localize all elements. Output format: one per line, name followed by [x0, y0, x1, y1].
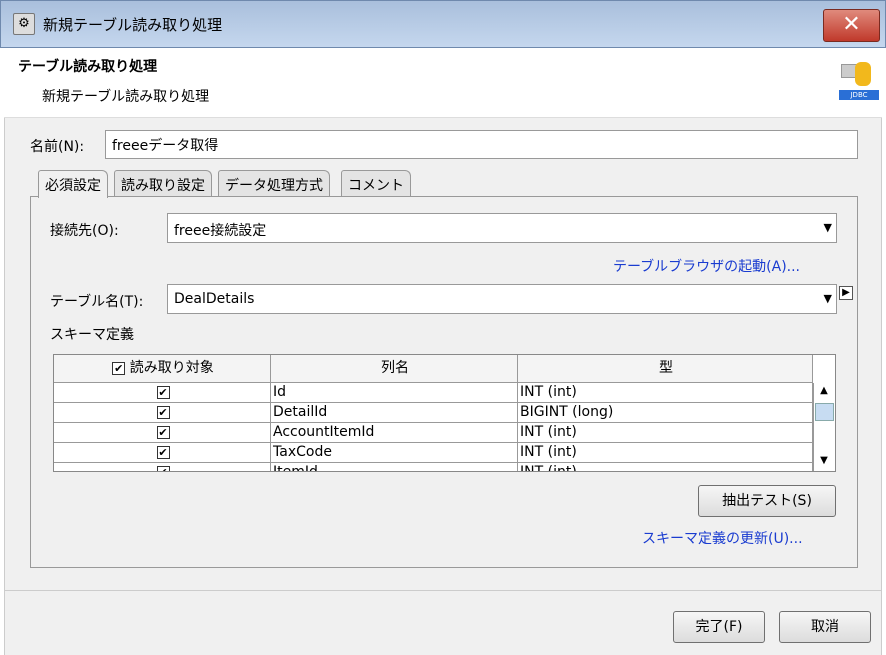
select-all-checkbox[interactable]: ✔	[112, 361, 126, 375]
app-icon: ⚙	[13, 13, 35, 35]
read-target-checkbox[interactable]: ✔	[156, 425, 170, 439]
column-header-type[interactable]: 型	[518, 355, 813, 383]
read-target-checkbox[interactable]: ✔	[156, 385, 170, 399]
chevron-down-icon: ▼	[823, 221, 832, 234]
table-name-label: テーブル名(T):	[50, 294, 144, 310]
column-name-cell: AccountItemId	[271, 423, 518, 443]
expand-arrow-button[interactable]: ▶	[839, 286, 853, 300]
table-row-checkbox-cell[interactable]: ✔	[54, 443, 271, 463]
table-scrollbar[interactable]: ▲ ▼	[813, 383, 835, 471]
column-name-cell: ItemId	[271, 463, 518, 471]
scroll-down-icon[interactable]: ▼	[814, 455, 834, 466]
chevron-down-icon: ▼	[823, 292, 832, 305]
schema-table: ✔ 読み取り対象 列名 型 ✔ Id INT (int) ✔ DetailId B…	[53, 354, 836, 472]
table-row-checkbox-cell[interactable]: ✔	[54, 463, 271, 471]
scroll-up-icon[interactable]: ▲	[814, 385, 834, 396]
read-target-checkbox[interactable]: ✔	[156, 405, 170, 419]
column-type-cell: INT (int)	[518, 443, 813, 463]
read-target-checkbox[interactable]: ✔	[156, 465, 170, 471]
table-row-checkbox-cell[interactable]: ✔	[54, 383, 271, 403]
table-row-checkbox-cell[interactable]: ✔	[54, 403, 271, 423]
close-button[interactable]: ✕	[823, 9, 880, 42]
scroll-thumb[interactable]	[815, 403, 834, 421]
tab-required[interactable]: 必須設定	[38, 170, 108, 198]
connection-select[interactable]: freee接続設定 ▼	[167, 213, 837, 243]
dialog-header: テーブル読み取り処理 新規テーブル読み取り処理 JDBC	[4, 48, 882, 118]
tab-read-settings[interactable]: 読み取り設定	[114, 170, 212, 197]
column-header-read-target[interactable]: ✔ 読み取り対象	[54, 355, 271, 383]
read-target-checkbox[interactable]: ✔	[156, 445, 170, 459]
table-row-checkbox-cell[interactable]: ✔	[54, 423, 271, 443]
connection-label: 接続先(O):	[50, 223, 119, 239]
column-header-name[interactable]: 列名	[271, 355, 518, 383]
window-title: 新規テーブル読み取り処理	[43, 16, 223, 34]
column-type-cell: BIGINT (long)	[518, 403, 813, 423]
table-browser-link[interactable]: テーブルブラウザの起動(A)...	[613, 256, 800, 276]
column-name-cell: DetailId	[271, 403, 518, 423]
schema-label: スキーマ定義	[50, 327, 134, 343]
tab-data-processing[interactable]: データ処理方式	[218, 170, 330, 197]
header-subtitle: 新規テーブル読み取り処理	[42, 89, 210, 105]
name-input[interactable]	[105, 130, 858, 159]
connection-value: freee接続設定	[174, 223, 267, 239]
table-name-select[interactable]: DealDetails ▼	[167, 284, 837, 314]
column-name-cell: TaxCode	[271, 443, 518, 463]
column-type-cell: INT (int)	[518, 463, 813, 471]
finish-button[interactable]: 完了(F)	[673, 611, 765, 643]
jdbc-icon: JDBC	[839, 62, 879, 100]
header-title: テーブル読み取り処理	[18, 59, 158, 75]
title-bar: ⚙ 新規テーブル読み取り処理 ✕	[0, 0, 886, 48]
divider	[4, 590, 882, 591]
column-name-cell: Id	[271, 383, 518, 403]
tab-comment[interactable]: コメント	[341, 170, 411, 197]
extract-test-button[interactable]: 抽出テスト(S)	[698, 485, 836, 517]
column-type-cell: INT (int)	[518, 423, 813, 443]
cancel-button[interactable]: 取消	[779, 611, 871, 643]
table-name-value: DealDetails	[174, 291, 255, 307]
column-type-cell: INT (int)	[518, 383, 813, 403]
name-label: 名前(N):	[30, 139, 85, 155]
update-schema-link[interactable]: スキーマ定義の更新(U)...	[642, 528, 803, 548]
